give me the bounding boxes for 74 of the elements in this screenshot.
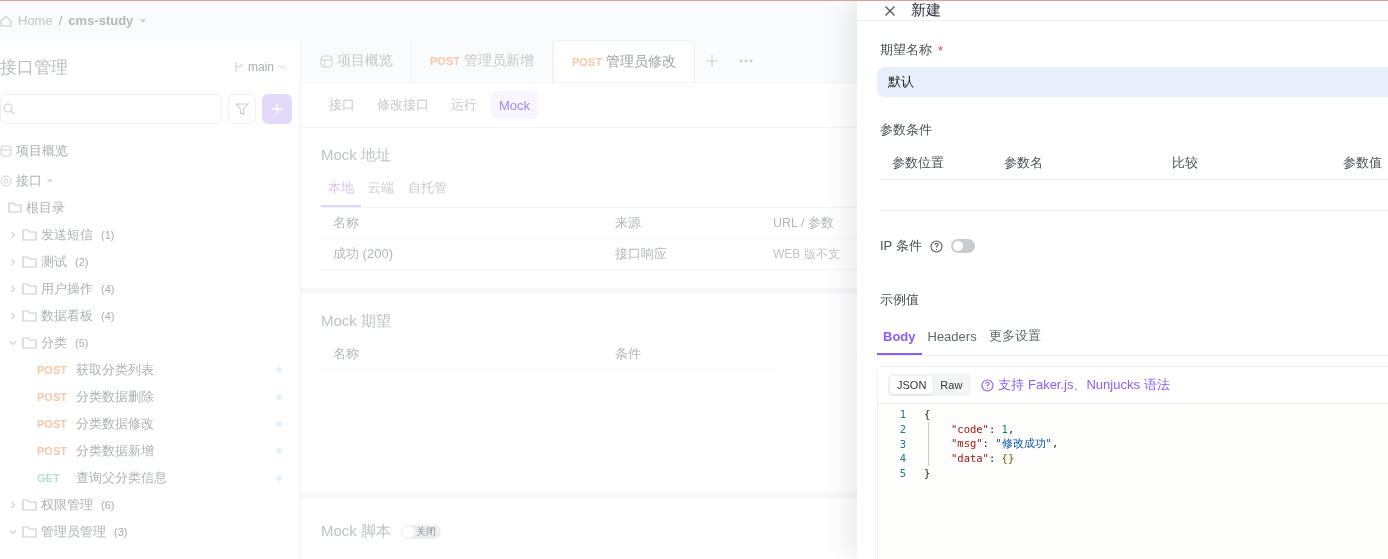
format-option[interactable]: JSON xyxy=(890,376,934,394)
drawer-title: 新建 xyxy=(911,1,941,20)
endpoint-name[interactable]: 分类数据删除 xyxy=(76,387,154,406)
endpoint-name[interactable]: 分类数据修改 xyxy=(76,414,154,433)
item-count: (6) xyxy=(101,498,115,511)
method-label: POST xyxy=(37,390,68,403)
folder-name[interactable]: 测试 xyxy=(41,252,67,271)
column-header: 比较 xyxy=(1171,154,1199,172)
folder-name[interactable]: 管理员管理 xyxy=(41,522,106,541)
project-selector[interactable]: cms-study xyxy=(68,13,134,28)
item-count: (5) xyxy=(75,336,89,349)
column-header: 参数名 xyxy=(1003,154,1044,172)
section-title: Mock 脚本 xyxy=(321,522,391,541)
folder-name[interactable]: 用户操作 xyxy=(41,279,93,298)
line-number: 1 xyxy=(898,408,907,421)
folder-name[interactable]: 发送短信 xyxy=(41,225,93,244)
code-line: "data": {} xyxy=(951,452,1015,465)
line-number: 3 xyxy=(898,437,907,450)
breadcrumb-separator: / xyxy=(58,13,63,28)
input-field[interactable]: 默认 xyxy=(877,67,1388,97)
field-label: IP 条件 xyxy=(880,237,922,255)
table-cell: 接口响应 xyxy=(603,239,773,270)
required-mark: * xyxy=(938,42,944,58)
request-tab[interactable]: POST 管理员修改 xyxy=(552,40,695,82)
code-line: } xyxy=(924,467,931,480)
sidebar-title: 接口管理 xyxy=(0,56,68,79)
folder-name[interactable]: 分类 xyxy=(41,333,67,352)
field-label: 参数条件 xyxy=(880,121,932,139)
field-label: 期望名称 xyxy=(880,41,932,59)
column-header: 名称 xyxy=(321,208,603,239)
body-tab[interactable]: Headers xyxy=(921,321,983,355)
table-cell: 成功 (200) xyxy=(321,239,603,270)
line-number: 5 xyxy=(898,467,907,480)
branch-selector[interactable]: main xyxy=(248,60,274,74)
body-tab[interactable]: 更多设置 xyxy=(982,321,1047,355)
section-title: Mock 地址 xyxy=(321,146,392,165)
mock-tab[interactable]: 本地 xyxy=(321,173,361,207)
column-header: 来源 xyxy=(603,208,773,239)
format-option[interactable]: Raw xyxy=(933,376,970,394)
endpoint-name[interactable]: 分类数据新增 xyxy=(76,441,154,460)
folder-name[interactable]: 权限管理 xyxy=(41,495,93,514)
code-line: "msg": "修改成功", xyxy=(951,436,1059,451)
endpoint-name[interactable]: 获取分类列表 xyxy=(76,360,154,379)
column-header: 参数位置 xyxy=(891,154,945,172)
item-count: (2) xyxy=(75,255,89,268)
folder-name[interactable]: 根目录 xyxy=(26,198,65,217)
script-toggle[interactable]: 关闭 xyxy=(401,524,441,539)
method-label: POST xyxy=(430,55,460,67)
code-line: "code": 1, xyxy=(951,423,1015,436)
syntax-link[interactable]: 支持 Faker.js、Nunjucks 语法 xyxy=(998,376,1170,394)
method-label: POST xyxy=(37,363,68,376)
column-header: 名称 xyxy=(321,339,603,370)
body-tab[interactable]: Body xyxy=(877,321,922,355)
item-count: (4) xyxy=(101,309,115,322)
folder-name[interactable]: 数据看板 xyxy=(41,306,93,325)
sub-tab[interactable]: Mock xyxy=(491,91,539,119)
method-label: GET xyxy=(37,471,61,484)
column-header: 条件 xyxy=(603,339,773,370)
code-line: { xyxy=(924,408,931,421)
item-count: (4) xyxy=(101,282,115,295)
item-count: (1) xyxy=(101,228,115,241)
method-label: POST xyxy=(571,55,602,68)
tab-label: 管理员修改 xyxy=(605,52,676,71)
line-number: 2 xyxy=(898,423,907,436)
column-header: 参数值 xyxy=(1342,154,1383,172)
nav-item[interactable]: 接口 xyxy=(16,171,42,190)
nav-item[interactable]: 项目概览 xyxy=(16,141,68,160)
item-count: (3) xyxy=(114,525,128,538)
endpoint-name[interactable]: 查询父分类信息 xyxy=(76,468,167,487)
section-title: Mock 期望 xyxy=(321,312,392,331)
line-number: 4 xyxy=(898,452,907,465)
method-label: POST xyxy=(37,417,68,430)
method-label: POST xyxy=(37,444,68,457)
field-label: 示例值 xyxy=(880,291,920,309)
